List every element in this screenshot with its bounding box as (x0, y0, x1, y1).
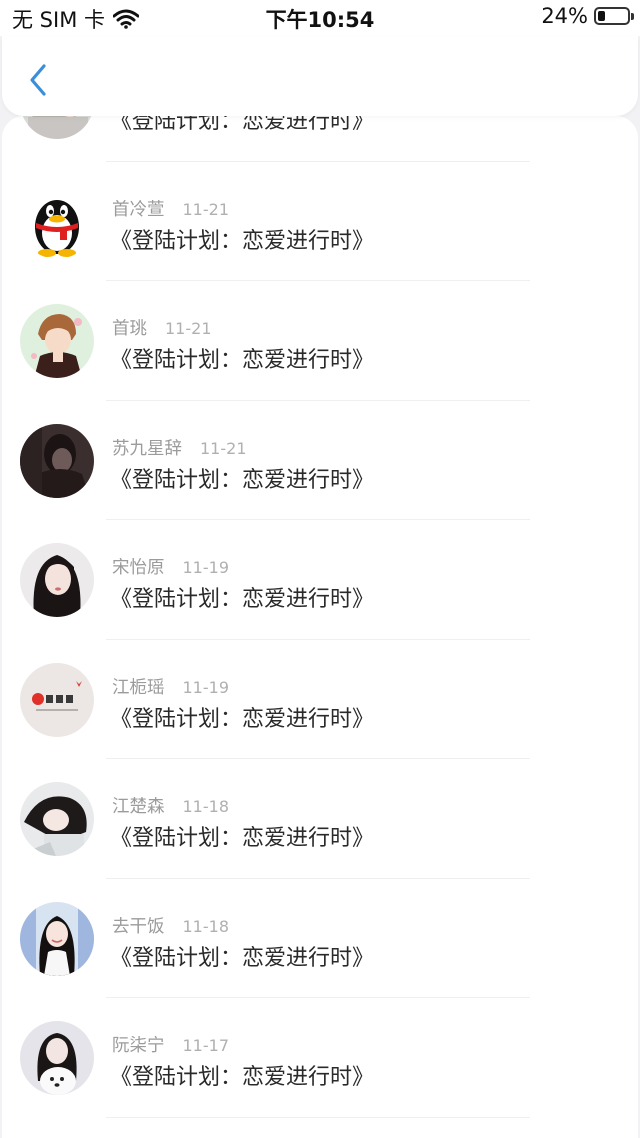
avatar[interactable] (20, 184, 94, 259)
commenter-name: 首珧 (112, 319, 147, 339)
comment-meta: 阮柒宁 11-17 (112, 1032, 229, 1057)
commenter-name: 去干饭 (112, 916, 165, 937)
avatar-image (20, 901, 94, 976)
comment-meta: 首冷萱 11-21 (112, 196, 229, 221)
avatar[interactable] (20, 901, 94, 976)
work-title: 《登陆计划：恋爱进行时》 (110, 945, 375, 971)
comment-item[interactable]: 苏九星辞 11-21 《登陆计划：恋爱进行时》 (2, 401, 638, 520)
comment-item[interactable]: 江楚森 11-18 《登陆计划：恋爱进行时》 (2, 759, 638, 879)
comment-meta: 首珧 11-21 (112, 315, 212, 340)
work-title: 《登陆计划：恋爱进行时》 (110, 1065, 375, 1090)
divider (106, 1116, 530, 1118)
comment-date: 11-21 (182, 199, 230, 219)
commenter-name: 苏九星辞 (112, 438, 182, 459)
content-card: 《登陆计划：恋爱进行时》 首冷萱 11-21 《登陆计划：恋爱进行时》 首珧 1… (2, 116, 638, 1138)
avatar-image (20, 662, 94, 737)
nav-header (2, 36, 638, 116)
comment-item[interactable]: 宋怡原 11-19 《登陆计划：恋爱进行时》 (2, 520, 638, 640)
comment-item[interactable]: 江栀瑶 11-19 《登陆计划：恋爱进行时》 (2, 640, 638, 759)
commenter-name: 首冷萱 (112, 199, 165, 220)
comment-meta: 去干饭 11-18 (112, 913, 229, 938)
chevron-left-icon (30, 64, 46, 96)
work-title: 《登陆计划：恋爱进行时》 (110, 467, 375, 493)
comment-meta: 江栀瑶 11-19 (112, 674, 229, 699)
comment-date: 11-21 (165, 319, 212, 338)
comment-meta: 宋怡原 11-19 (112, 554, 229, 579)
commenter-name: 江楚森 (112, 797, 165, 817)
comment-date: 11-19 (182, 677, 230, 697)
comment-meta: 苏九星辞 11-21 (112, 435, 247, 460)
work-title: 《登陆计划：恋爱进行时》 (110, 706, 375, 732)
comment-list: 《登陆计划：恋爱进行时》 首冷萱 11-21 《登陆计划：恋爱进行时》 首珧 1… (2, 116, 638, 1118)
work-title: 《登陆计划：恋爱进行时》 (110, 826, 375, 851)
avatar[interactable] (20, 1021, 94, 1095)
commenter-name: 阮柒宁 (112, 1036, 165, 1056)
commenter-name: 宋怡原 (112, 558, 165, 578)
avatar-image (20, 782, 94, 856)
comment-date: 11-21 (200, 438, 247, 458)
comment-item[interactable]: 首珧 11-21 《登陆计划：恋爱进行时》 (2, 281, 638, 401)
comment-date: 11-17 (182, 1036, 230, 1055)
commenter-name: 江栀瑶 (112, 677, 165, 698)
avatar[interactable] (20, 423, 94, 498)
avatar[interactable] (20, 543, 94, 617)
comment-item[interactable]: 首冷萱 11-21 《登陆计划：恋爱进行时》 (2, 162, 638, 281)
avatar-image (20, 423, 94, 498)
avatar[interactable] (20, 304, 94, 378)
avatar-image (20, 116, 94, 139)
avatar-image (20, 1021, 94, 1095)
avatar[interactable] (20, 662, 94, 737)
comment-date: 11-18 (182, 797, 230, 816)
back-button[interactable] (20, 60, 56, 100)
battery-icon (594, 7, 634, 25)
avatar[interactable] (20, 116, 94, 139)
avatar[interactable] (20, 782, 94, 856)
battery-percent: 24% (541, 4, 588, 28)
status-right: 24% (541, 4, 634, 28)
work-title: 《登陆计划：恋爱进行时》 (110, 228, 375, 254)
avatar-image (20, 304, 94, 378)
comment-date: 11-18 (182, 916, 230, 936)
work-title: 《登陆计划：恋爱进行时》 (110, 348, 375, 373)
work-title: 《登陆计划：恋爱进行时》 (110, 116, 375, 134)
comment-date: 11-19 (182, 558, 230, 577)
comment-item[interactable]: 阮柒宁 11-17 《登陆计划：恋爱进行时》 (2, 998, 638, 1118)
work-title: 《登陆计划：恋爱进行时》 (110, 587, 375, 612)
status-bar: 无 SIM 卡 下午10:54 24% (0, 0, 640, 36)
comment-item[interactable]: 去干饭 11-18 《登陆计划：恋爱进行时》 (2, 879, 638, 998)
battery-fill (598, 11, 605, 21)
comment-meta: 江楚森 11-18 (112, 793, 229, 818)
comment-item[interactable]: 《登陆计划：恋爱进行时》 (2, 116, 638, 162)
avatar-image (20, 543, 94, 617)
avatar-image (20, 184, 94, 259)
